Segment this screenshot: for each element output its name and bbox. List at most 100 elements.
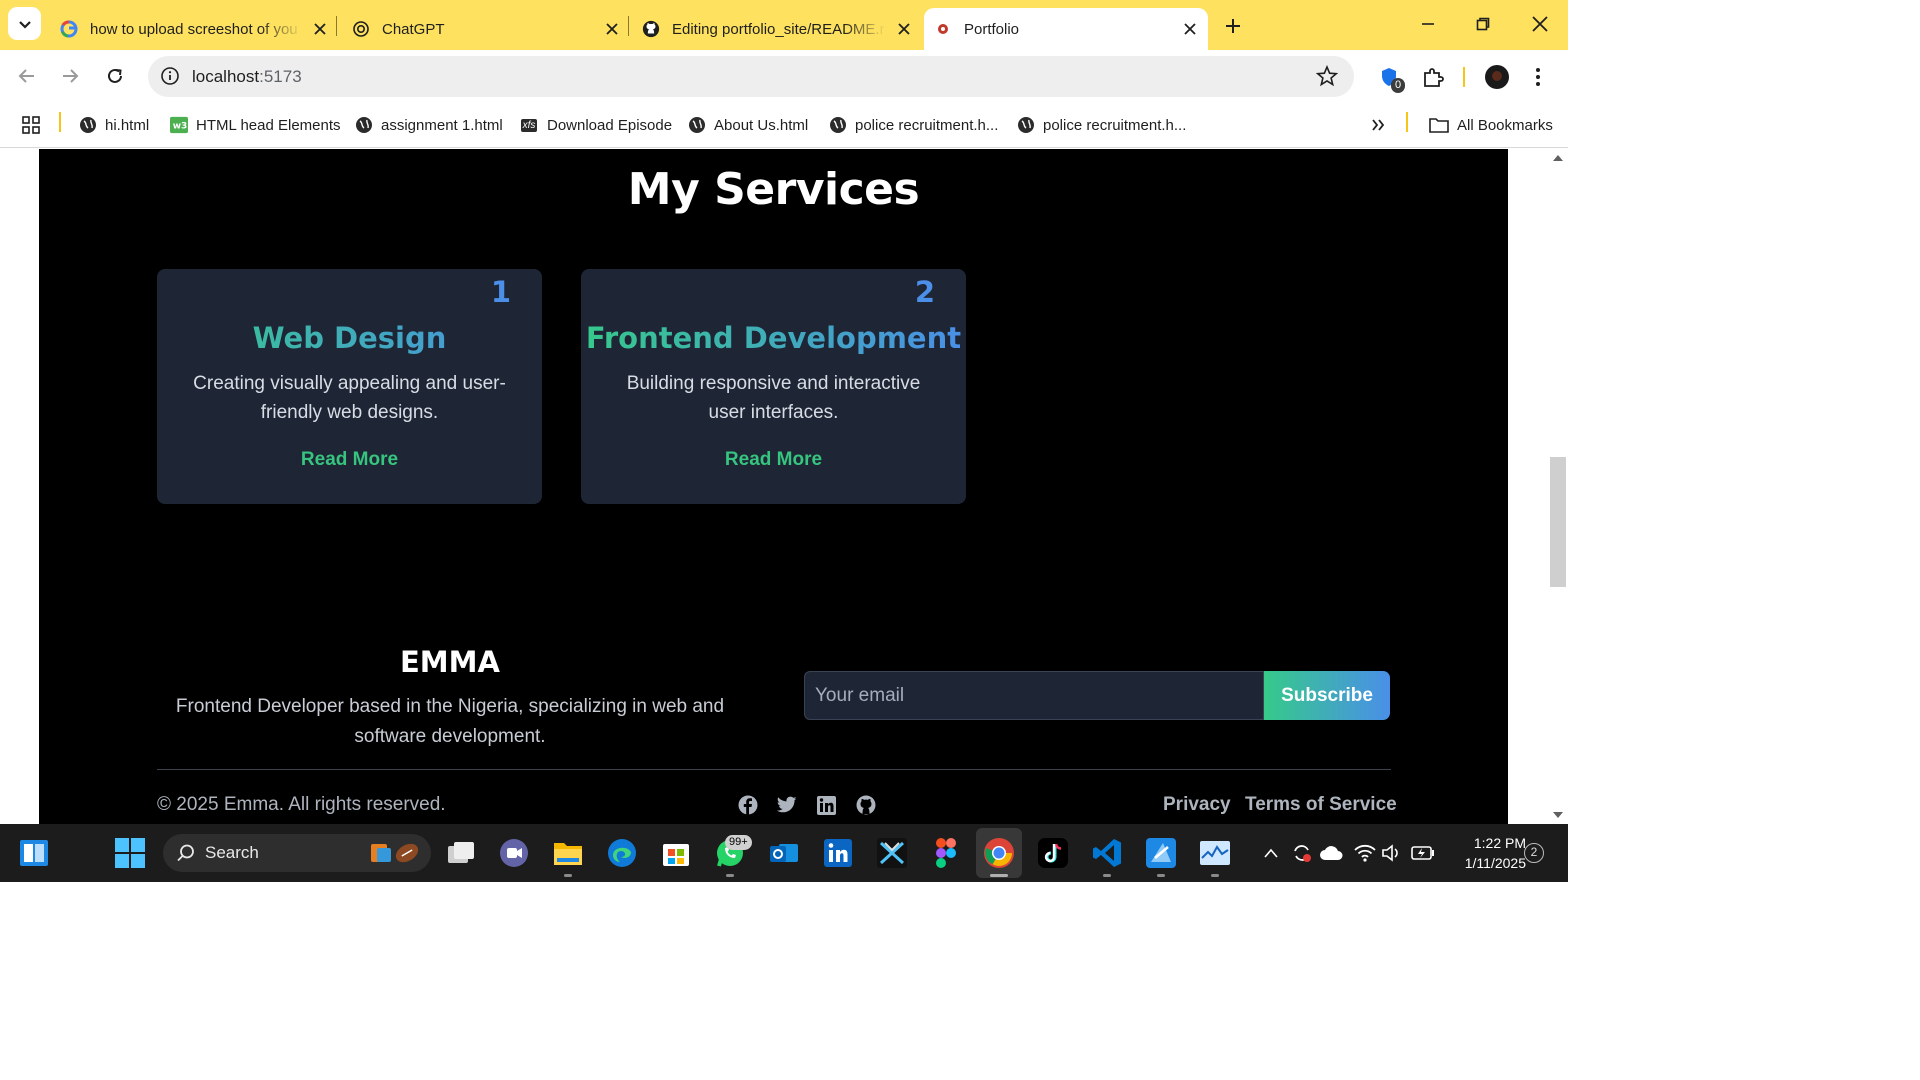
outlook-icon	[770, 844, 798, 862]
scrollbar-thumb[interactable]	[1550, 457, 1566, 587]
page-scrollbar[interactable]	[1548, 149, 1568, 824]
close-icon[interactable]	[894, 19, 914, 39]
widgets-button[interactable]	[17, 836, 51, 870]
reload-button[interactable]	[99, 60, 131, 92]
search-icon	[177, 844, 194, 862]
file-explorer-app[interactable]	[551, 836, 585, 870]
start-button[interactable]	[113, 836, 147, 870]
forward-button[interactable]	[54, 60, 86, 92]
footer-brand: EMMA	[400, 645, 500, 679]
capcut-icon	[877, 838, 907, 868]
tiktok-icon	[1038, 838, 1068, 868]
bookmark-police-recruitment-2[interactable]: police recruitment.h...	[1017, 113, 1186, 137]
service-number: 2	[914, 275, 935, 309]
teams-app[interactable]	[497, 836, 531, 870]
extensions-menu-button[interactable]	[1421, 65, 1445, 89]
copyright-text: © 2025 Emma. All rights reserved.	[157, 794, 446, 815]
capcut-app[interactable]	[875, 836, 909, 870]
close-icon[interactable]	[1180, 19, 1200, 39]
vscode-app[interactable]	[1090, 836, 1124, 870]
task-manager-app[interactable]	[1198, 836, 1232, 870]
globe-icon	[688, 116, 706, 134]
battery-button[interactable]	[1407, 836, 1439, 870]
bookmark-assignment[interactable]: assignment 1.html	[355, 113, 503, 137]
close-icon[interactable]	[310, 19, 330, 39]
facebook-icon[interactable]	[737, 794, 759, 816]
toolbar-divider	[1463, 67, 1465, 87]
extension-button[interactable]: 0	[1377, 65, 1406, 93]
all-bookmarks-button[interactable]: All Bookmarks	[1429, 113, 1553, 137]
tab-google-search[interactable]: how to upload screeshot of you	[52, 8, 330, 50]
bookmarks-overflow-button[interactable]	[1371, 113, 1385, 137]
terms-of-service-link[interactable]: Terms of Service	[1245, 794, 1397, 816]
bookmark-about-us[interactable]: About Us.html	[688, 113, 808, 137]
scroll-down-arrow-icon[interactable]	[1553, 812, 1563, 818]
url-port: :5173	[259, 67, 302, 86]
chrome-app[interactable]	[982, 836, 1016, 870]
avatar	[1485, 65, 1509, 89]
read-more-link[interactable]: Read More	[581, 449, 966, 471]
taskbar-search[interactable]: Search	[163, 834, 431, 872]
notification-count: 2	[1524, 843, 1544, 863]
figma-app[interactable]	[929, 836, 963, 870]
scroll-up-arrow-icon[interactable]	[1553, 155, 1563, 161]
apps-button[interactable]	[22, 113, 40, 137]
restore-button[interactable]	[1460, 8, 1506, 40]
twitter-icon[interactable]	[776, 794, 798, 816]
more-vert-icon	[1536, 68, 1540, 86]
bookmark-html-head-elements[interactable]: w3 HTML head Elements	[170, 113, 341, 137]
service-description-line: friendly web designs.	[260, 402, 439, 423]
linkedin-icon[interactable]	[815, 794, 837, 816]
taskbar-search-label: Search	[205, 843, 259, 862]
tiktok-app[interactable]	[1036, 836, 1070, 870]
double-chevron-right-icon	[1372, 119, 1385, 131]
service-card-frontend-development: 2 Frontend Development Building responsi…	[581, 269, 966, 504]
bookmark-star-icon[interactable]	[1316, 65, 1338, 87]
bookmark-label: About Us.html	[714, 116, 809, 134]
widgets-icon	[20, 840, 48, 866]
bookmark-hi-html[interactable]: hi.html	[79, 113, 149, 137]
task-view-button[interactable]	[444, 836, 478, 870]
tab-chatgpt[interactable]: ChatGPT	[344, 8, 622, 50]
close-icon[interactable]	[602, 19, 622, 39]
clock[interactable]: 1:22 PM 1/11/2025	[1448, 833, 1526, 873]
volume-button[interactable]	[1377, 836, 1407, 870]
running-indicator	[1103, 874, 1111, 877]
outlook-app[interactable]	[767, 836, 801, 870]
subscribe-button[interactable]: Subscribe	[1264, 671, 1390, 720]
profile-avatar[interactable]	[1485, 65, 1509, 89]
battery-charging-icon	[1411, 846, 1434, 860]
browser-menu-button[interactable]	[1526, 65, 1550, 89]
bookmark-police-recruitment-1[interactable]: police recruitment.h...	[829, 113, 998, 137]
azure-data-studio-app[interactable]	[1144, 836, 1178, 870]
privacy-link[interactable]: Privacy	[1163, 794, 1231, 816]
github-icon[interactable]	[855, 794, 877, 816]
minimize-button[interactable]	[1405, 8, 1451, 40]
restore-icon	[1476, 17, 1490, 31]
show-hidden-icons-button[interactable]	[1256, 836, 1286, 870]
back-button[interactable]	[11, 60, 43, 92]
edge-app[interactable]	[605, 836, 639, 870]
service-description-line: Creating visually appealing and user-	[193, 373, 506, 394]
tab-github-readme[interactable]: Editing portfolio_site/README.r	[636, 8, 914, 50]
close-window-button[interactable]	[1517, 8, 1563, 40]
new-tab-button[interactable]	[1219, 12, 1247, 40]
tab-search-button[interactable]	[8, 7, 41, 40]
read-more-link[interactable]: Read More	[157, 449, 542, 471]
footer-tagline: Frontend Developer based in the Nigeria,…	[151, 692, 749, 752]
onedrive-button[interactable]	[1316, 836, 1346, 870]
newsletter-email-input[interactable]	[804, 671, 1264, 720]
site-info-icon[interactable]	[160, 66, 180, 86]
page-viewport: My Services 1 Web Design Creating visual…	[0, 149, 1548, 824]
wifi-button[interactable]	[1350, 836, 1380, 870]
bookmark-download-episode[interactable]: xfs Download Episode	[519, 113, 672, 137]
linkedin-app[interactable]	[821, 836, 855, 870]
sync-status-button[interactable]	[1288, 836, 1316, 870]
microsoft-store-app[interactable]	[659, 836, 693, 870]
notifications-button[interactable]: 2	[1521, 836, 1547, 870]
clock-date: 1/11/2025	[1464, 855, 1526, 871]
tab-portfolio[interactable]: Portfolio	[924, 8, 1208, 50]
address-bar[interactable]: localhost:5173	[148, 56, 1354, 97]
plus-icon	[1226, 19, 1240, 33]
xfs-badge: xfs	[520, 118, 538, 132]
